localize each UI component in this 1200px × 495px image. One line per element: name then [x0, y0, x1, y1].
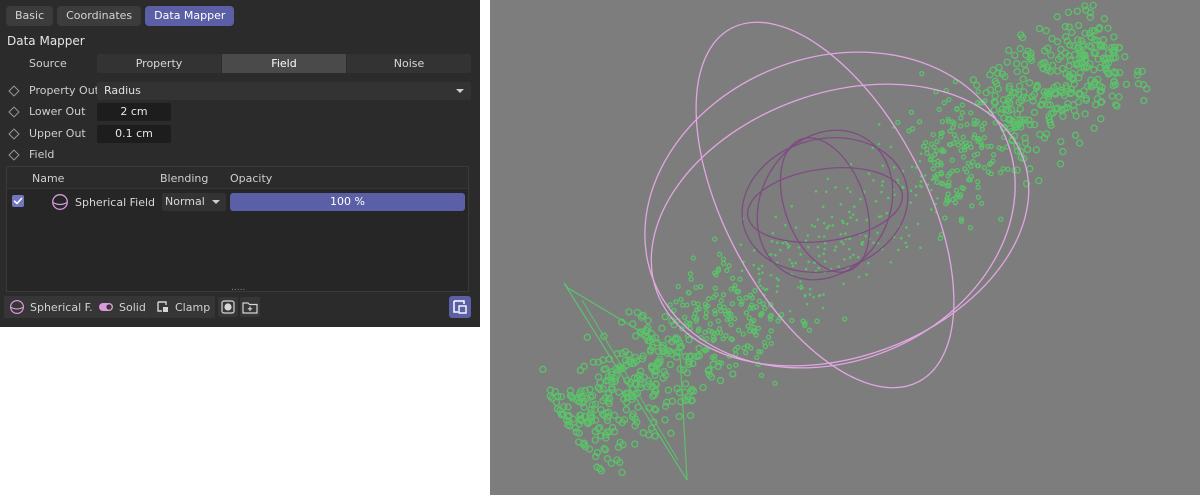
- sphere-icon: [52, 194, 68, 210]
- upper-out-field[interactable]: 0.1 cm: [97, 125, 171, 143]
- particle-cloud: [539, 1, 1151, 477]
- toggle-icon: [99, 303, 113, 311]
- field-list-row[interactable]: Spherical Field Normal 100 %: [7, 191, 468, 213]
- solid-button-label: Solid: [119, 300, 146, 314]
- source-option-field[interactable]: Field: [222, 54, 347, 73]
- lower-out-keyframe-icon[interactable]: [8, 106, 20, 118]
- sphere-icon: [9, 299, 25, 315]
- property-out-value: Radius: [104, 84, 141, 97]
- upper-out-label: Upper Out: [29, 127, 86, 140]
- chevron-down-icon: [456, 89, 464, 93]
- property-out-label: Property Out: [29, 84, 99, 97]
- field-label: Field: [29, 148, 55, 161]
- lower-out-field[interactable]: 2 cm: [97, 103, 171, 121]
- lower-out-label: Lower Out: [29, 105, 86, 118]
- tab-basic[interactable]: Basic: [6, 6, 54, 26]
- viewport-canvas[interactable]: [490, 0, 1200, 495]
- tab-data-mapper[interactable]: Data Mapper: [145, 6, 235, 26]
- source-segmented-control: Property Field Noise: [97, 54, 471, 73]
- column-header-name[interactable]: Name: [32, 172, 64, 185]
- column-header-opacity[interactable]: Opacity: [230, 172, 272, 185]
- add-spherical-field-button[interactable]: Spherical F...: [4, 296, 105, 318]
- blending-dropdown[interactable]: Normal: [162, 193, 226, 211]
- source-option-noise[interactable]: Noise: [347, 54, 471, 73]
- add-solid-layer-button[interactable]: Solid: [93, 296, 151, 318]
- opacity-value: 100 %: [330, 195, 365, 208]
- 3d-viewport[interactable]: [490, 0, 1200, 495]
- source-option-property[interactable]: Property: [97, 54, 222, 73]
- spherical-button-label: Spherical F...: [30, 300, 100, 314]
- resize-grip[interactable]: .....: [231, 284, 245, 293]
- enabled-checkbox[interactable]: [12, 195, 24, 207]
- record-layer-button[interactable]: [218, 297, 238, 317]
- add-clamp-layer-button[interactable]: Clamp: [151, 296, 216, 318]
- column-header-blending[interactable]: Blending: [160, 172, 208, 185]
- inner-sphere-gizmo[interactable]: [727, 105, 923, 304]
- field-name: Spherical Field: [75, 196, 156, 209]
- property-out-keyframe-icon[interactable]: [8, 85, 20, 97]
- section-title: Data Mapper: [7, 34, 85, 48]
- record-icon: [221, 300, 235, 314]
- folder-add-icon: [242, 302, 258, 314]
- opacity-slider[interactable]: 100 %: [230, 193, 465, 211]
- add-folder-button[interactable]: [240, 297, 260, 317]
- field-list: Name Blending Opacity Spherical Field No…: [6, 166, 469, 293]
- source-label: Source: [29, 57, 67, 70]
- field-toolbar: Spherical F... Solid Clamp: [0, 294, 480, 322]
- field-layer-menu-button[interactable]: [449, 296, 471, 318]
- field-keyframe-icon[interactable]: [8, 149, 20, 161]
- attribute-panel: Basic Coordinates Data Mapper Data Mappe…: [0, 0, 480, 327]
- checkmark-icon: [13, 197, 23, 205]
- blending-value: Normal: [165, 195, 205, 208]
- clamp-icon: [157, 301, 168, 312]
- clamp-button-label: Clamp: [175, 300, 211, 314]
- tab-bar: Basic Coordinates Data Mapper: [6, 6, 235, 26]
- tab-coordinates[interactable]: Coordinates: [57, 6, 142, 26]
- chevron-down-icon: [212, 200, 220, 204]
- field-list-header: Name Blending Opacity: [7, 167, 468, 189]
- layers-icon: [453, 300, 467, 314]
- upper-out-keyframe-icon[interactable]: [8, 128, 20, 140]
- property-out-dropdown[interactable]: Radius: [97, 82, 471, 100]
